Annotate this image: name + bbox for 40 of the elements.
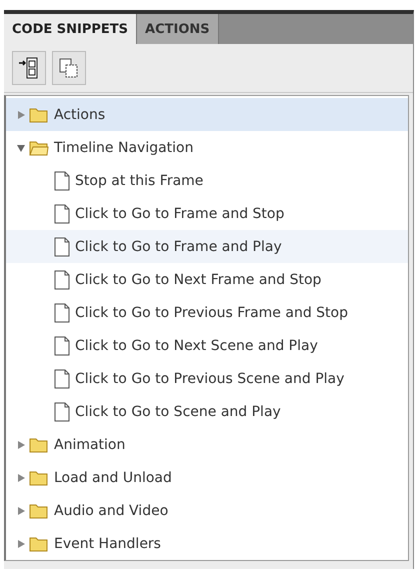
copy-button[interactable] (52, 51, 86, 85)
snippet-row[interactable]: Click to Go to Frame and Play (6, 230, 408, 263)
folder-icon (29, 106, 49, 123)
folder-icon (29, 469, 49, 486)
document-icon (54, 270, 70, 290)
copy-icon (58, 57, 80, 79)
collapsed-arrow-icon[interactable] (16, 506, 26, 516)
snippet-row[interactable]: Click to Go to Next Frame and Stop (6, 263, 408, 296)
snippet-row[interactable]: Click to Go to Next Scene and Play (6, 329, 408, 362)
document-icon (54, 368, 70, 388)
open-folder-icon (29, 139, 49, 156)
folder-row[interactable]: Timeline Navigation (6, 131, 408, 164)
folder-row[interactable]: Animation (6, 428, 408, 461)
document-icon (54, 302, 70, 322)
panel-tab[interactable]: ACTIONS (137, 14, 219, 44)
document-icon (54, 236, 70, 256)
collapsed-arrow-icon[interactable] (16, 472, 26, 482)
document-icon (54, 170, 70, 190)
snippet-row[interactable]: Click to Go to Scene and Play (6, 395, 408, 428)
snippet-row[interactable]: Stop at this Frame (6, 164, 408, 197)
document-icon (54, 204, 70, 224)
expanded-arrow-icon[interactable] (16, 142, 26, 152)
collapsed-arrow-icon[interactable] (16, 110, 26, 120)
folder-icon (29, 535, 49, 552)
folder-icon (29, 436, 49, 453)
folder-row[interactable]: Actions (6, 98, 408, 131)
folder-row[interactable]: Load and Unload (6, 461, 408, 494)
collapsed-arrow-icon[interactable] (16, 440, 26, 450)
panel-tab[interactable]: CODE SNIPPETS (4, 14, 138, 44)
folder-row[interactable]: Audio and Video (6, 494, 408, 527)
snippet-row[interactable]: Click to Go to Previous Scene and Play (6, 362, 408, 395)
insert-button[interactable] (12, 51, 46, 85)
folder-icon (29, 502, 49, 519)
collapsed-arrow-icon[interactable] (16, 538, 26, 548)
insert-icon (18, 56, 40, 80)
document-icon (54, 336, 70, 356)
document-icon (54, 402, 70, 422)
folder-row[interactable]: Event Handlers (6, 527, 408, 560)
snippet-row[interactable]: Click to Go to Previous Frame and Stop (6, 296, 408, 329)
snippet-row[interactable]: Click to Go to Frame and Stop (6, 197, 408, 230)
